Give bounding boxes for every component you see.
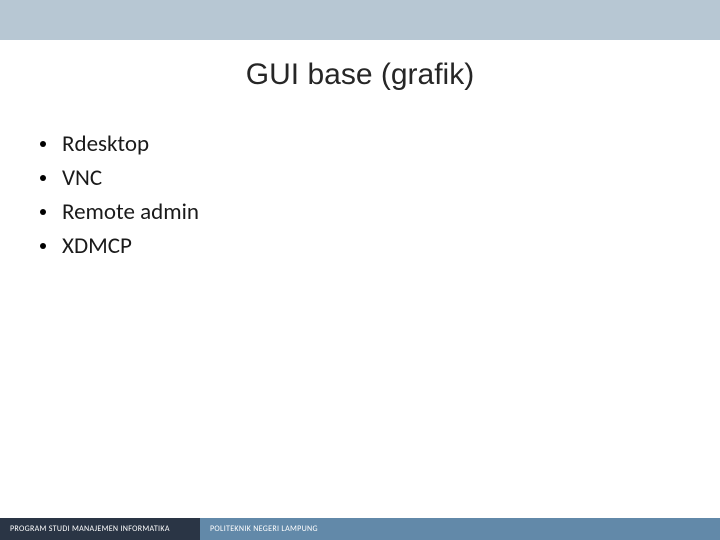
slide-title: GUI base (grafik) [0, 58, 720, 92]
list-item: XDMCP [40, 232, 720, 260]
bullet-icon [40, 243, 46, 249]
list-item: Rdesktop [40, 130, 720, 158]
bullet-icon [40, 141, 46, 147]
footer-institution-label: POLITEKNIK NEGERI LAMPUNG [210, 524, 318, 534]
title-area: GUI base (grafik) [0, 40, 720, 102]
bullet-text: VNC [62, 164, 102, 192]
list-item: Remote admin [40, 198, 720, 226]
bullet-text: Remote admin [62, 198, 199, 226]
bullet-icon [40, 175, 46, 181]
footer-left: PROGRAM STUDI MANAJEMEN INFORMATIKA [0, 518, 200, 540]
footer: PROGRAM STUDI MANAJEMEN INFORMATIKA POLI… [0, 518, 720, 540]
content-area: Rdesktop VNC Remote admin XDMCP [0, 102, 720, 260]
bullet-text: XDMCP [62, 232, 132, 260]
footer-right: POLITEKNIK NEGERI LAMPUNG [200, 518, 720, 540]
header-bar [0, 0, 720, 40]
bullet-text: Rdesktop [62, 130, 149, 158]
list-item: VNC [40, 164, 720, 192]
bullet-icon [40, 209, 46, 215]
footer-program-label: PROGRAM STUDI MANAJEMEN INFORMATIKA [10, 524, 170, 534]
